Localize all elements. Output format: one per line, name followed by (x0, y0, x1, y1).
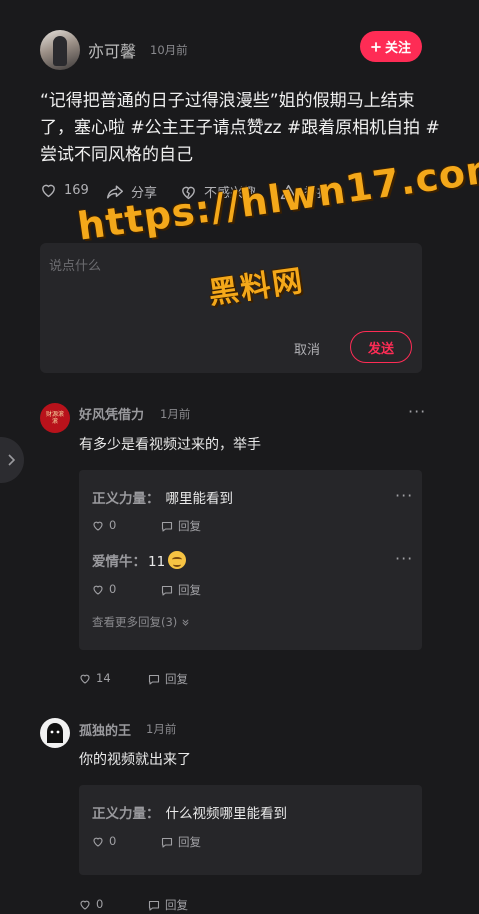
chevron-right-icon (7, 454, 15, 466)
heart-icon (93, 837, 103, 847)
commenter-name[interactable]: 孤独的王 (79, 720, 131, 739)
follow-button[interactable]: 关注 (360, 31, 422, 62)
comment-icon (161, 521, 173, 532)
comment-like-button[interactable]: 0 (79, 897, 103, 911)
comment-time: 1月前 (146, 722, 177, 736)
reply-item: 正义力量： 哪里能看到 (92, 487, 233, 507)
author-avatar[interactable] (40, 30, 80, 70)
cancel-button[interactable]: 取消 (294, 339, 320, 358)
reply-like-count: 0 (109, 582, 117, 596)
reply-item: 正义力量： 什么视频哪里能看到 (92, 802, 287, 822)
post-time: 10月前 (150, 43, 188, 57)
view-more-replies[interactable]: 查看更多回复(3) (92, 614, 190, 630)
comment-icon (161, 837, 173, 848)
reply-reply-button[interactable]: 回复 (161, 834, 201, 850)
reply-item: 爱情牛： 11 (92, 550, 187, 570)
comment-like-count: 14 (96, 671, 111, 685)
avatar-seal-text: 财源滚滚 (45, 411, 64, 425)
reply-reply-button[interactable]: 回复 (161, 518, 201, 534)
smirk-emoji-icon (168, 551, 187, 569)
comment-reply-label: 回复 (165, 672, 188, 686)
heart-icon (93, 585, 103, 595)
reply-more-options-icon[interactable]: ··· (395, 486, 413, 505)
heart-icon (80, 674, 90, 684)
reply-author[interactable]: 正义力量： (92, 491, 160, 507)
more-options-icon[interactable]: ··· (408, 402, 426, 421)
send-button[interactable]: 发送 (350, 331, 412, 363)
like-button[interactable]: 169 (40, 182, 89, 198)
reply-like-count: 0 (109, 518, 117, 532)
plus-icon (371, 41, 381, 52)
chevron-down-icon (182, 618, 189, 626)
reply-text: 11 (148, 554, 166, 570)
reply-text: 什么视频哪里能看到 (165, 806, 288, 822)
comment-icon (148, 674, 160, 685)
commenter-avatar[interactable]: 财源滚滚 (40, 403, 70, 433)
comment-like-count: 0 (96, 897, 104, 911)
reply-like-button[interactable]: 0 (92, 834, 116, 848)
comment-icon (148, 900, 160, 911)
post-text: “记得把普通的日子过得浪漫些”姐的假期马上结束了，塞心啦 #公主王子请点赞zz … (40, 91, 440, 165)
reply-like-button[interactable]: 0 (92, 582, 116, 596)
comment-input-placeholder[interactable]: 说点什么 (49, 255, 101, 274)
reply-more-options-icon[interactable]: ··· (395, 549, 413, 568)
comment-like-button[interactable]: 14 (79, 671, 111, 685)
share-icon (106, 184, 124, 200)
heart-icon (93, 521, 103, 531)
reply-author[interactable]: 爱情牛： (92, 554, 146, 570)
reply-reply-label: 回复 (178, 519, 201, 533)
comment-time: 1月前 (160, 407, 191, 421)
comment-reply-button[interactable]: 回复 (148, 671, 188, 687)
follow-label: 关注 (384, 41, 411, 56)
commenter-avatar[interactable] (40, 718, 70, 748)
heart-icon (40, 182, 57, 198)
side-drawer-handle[interactable] (0, 437, 24, 483)
reply-like-count: 0 (109, 834, 117, 848)
comment-icon (161, 585, 173, 596)
comment-reply-label: 回复 (165, 898, 188, 912)
reply-like-button[interactable]: 0 (92, 518, 116, 532)
reply-reply-label: 回复 (178, 835, 201, 849)
comment-text: 你的视频就出来了 (79, 752, 191, 768)
view-more-replies-label: 查看更多回复(3) (92, 615, 178, 629)
author-name[interactable]: 亦可馨 (88, 38, 136, 62)
comment-reply-button[interactable]: 回复 (148, 897, 188, 913)
reply-text: 哪里能看到 (165, 491, 234, 507)
commenter-name[interactable]: 好风凭借力 (79, 404, 144, 423)
comment-text: 有多少是看视频过来的，举手 (79, 437, 261, 453)
like-count: 169 (64, 182, 89, 198)
reply-reply-label: 回复 (178, 583, 201, 597)
reply-card: 正义力量： 哪里能看到 ··· 0 回复 爱情牛： 11 ··· 0 回复 查看更多… (79, 470, 422, 650)
reply-author[interactable]: 正义力量： (92, 806, 160, 822)
hooded-figure-icon (47, 723, 63, 743)
reply-reply-button[interactable]: 回复 (161, 582, 201, 598)
heart-icon (80, 900, 90, 910)
reply-card: 正义力量： 什么视频哪里能看到 0 回复 (79, 785, 422, 875)
